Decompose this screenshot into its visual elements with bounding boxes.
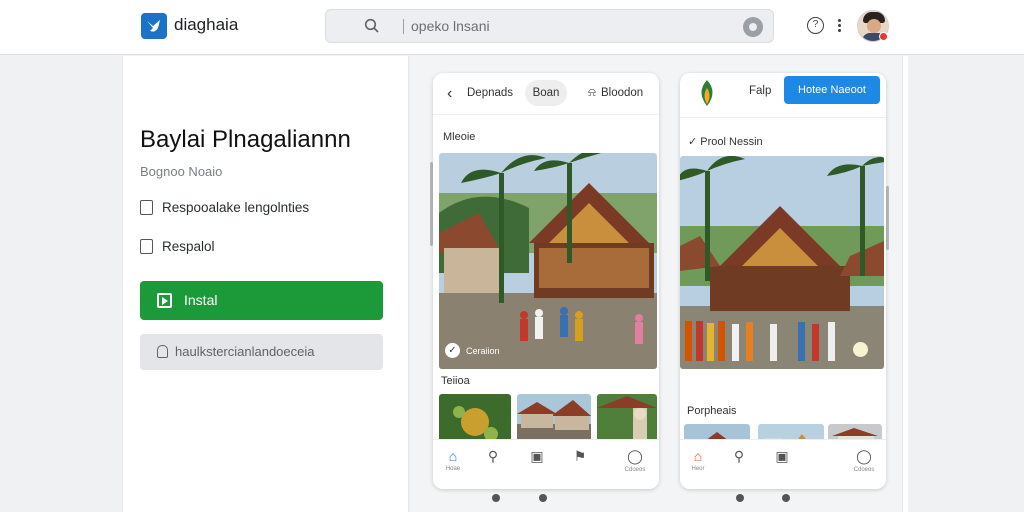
search-bar[interactable]: opeko lnsani — [325, 9, 774, 43]
bookmark-tab[interactable]: ⚑ — [566, 448, 594, 465]
play-store-icon — [157, 293, 172, 308]
search-divider — [403, 19, 404, 34]
bookmark-icon: ⚑ — [573, 448, 587, 464]
more-options-icon[interactable] — [838, 19, 842, 33]
brand-name: diaghaia — [174, 15, 239, 34]
section-label-check: ✓ Prool Nessin — [688, 136, 763, 148]
option-label: Respooalake lengolnties — [162, 200, 310, 215]
home-tab[interactable]: ⌂ Heor — [684, 448, 712, 472]
bottom-nav: ⌂ Hoae ⚲ ▣ ⚑ ◯ Cdoeos — [433, 439, 659, 489]
section-label: Porpheais — [687, 405, 737, 417]
profile-icon: ◯ — [856, 448, 872, 464]
bottom-nav: ⌂ Heor ⚲ ▣ ◯ Cdoeos — [680, 439, 886, 489]
page-dot[interactable] — [736, 494, 744, 502]
chevron-check-icon[interactable]: ✓ — [688, 136, 700, 148]
leaf-logo-icon — [701, 80, 713, 106]
calendar-icon: ▣ — [530, 448, 544, 464]
option-label: Respalol — [162, 239, 215, 254]
temple-photo[interactable]: ✓ Ceraiion — [439, 153, 657, 369]
page-dot[interactable] — [539, 494, 547, 502]
search-tab[interactable]: ⚲ — [479, 448, 507, 465]
phone-header: Falp Hotee Naeoot — [680, 73, 886, 115]
lock-icon — [157, 345, 168, 358]
option-responsive[interactable]: Respooalake lengolnties — [140, 200, 309, 215]
section-label: Mleoie — [443, 131, 476, 143]
app-logo[interactable] — [141, 13, 167, 39]
calendar-tab[interactable]: ▣ — [768, 448, 796, 465]
section-label: Teiioa — [441, 375, 470, 387]
bell-icon[interactable]: ⍾ — [588, 85, 596, 100]
back-arrow-icon[interactable]: ‹ — [447, 85, 452, 103]
calendar-icon: ▣ — [775, 448, 789, 464]
chip-boan[interactable]: Boan — [525, 80, 567, 106]
page-title: Baylai Plnagaliannn — [140, 126, 351, 153]
voice-search-icon[interactable] — [743, 17, 763, 37]
temple-photo-2[interactable] — [680, 156, 884, 369]
search-icon: ⚲ — [487, 448, 499, 464]
search-icon: ⚲ — [733, 448, 745, 464]
right-card-edge — [902, 56, 908, 512]
photo-caption: Ceraiion — [466, 346, 500, 356]
page-dot[interactable] — [492, 494, 500, 502]
install-button[interactable]: Instal — [140, 281, 383, 320]
phone-screenshot-2[interactable]: Falp Hotee Naeoot ✓ Prool Nessin Porphea… — [680, 73, 886, 489]
header-title: Falp — [749, 85, 772, 97]
search-tab[interactable]: ⚲ — [725, 448, 753, 465]
calendar-tab[interactable]: ▣ — [523, 448, 551, 465]
preview-scrollbar-right[interactable] — [886, 186, 889, 250]
hotel-booking-button[interactable]: Hotee Naeoot — [784, 76, 880, 104]
page-subtitle: Bognoo Noaio — [140, 164, 223, 179]
profile-tab[interactable]: ◯ Cdoeos — [621, 448, 649, 473]
toggle-icon[interactable] — [853, 342, 868, 357]
home-icon: ⌂ — [448, 448, 458, 464]
phone-screenshot-1[interactable]: ‹ Depnads Boan ⍾ Bloodon Mleoie ✓ Ceraii… — [433, 73, 659, 489]
secondary-label: haulkstercianlandoeceia — [175, 344, 315, 359]
phone-header: ‹ Depnads Boan ⍾ Bloodon — [433, 73, 659, 115]
install-label: Instal — [184, 292, 218, 308]
notification-dot — [879, 32, 888, 41]
checkbox-icon[interactable] — [140, 239, 153, 254]
profile-tab[interactable]: ◯ Cdoeos — [850, 448, 878, 473]
help-icon[interactable]: ? — [807, 17, 824, 34]
tab-bloodon[interactable]: Bloodon — [601, 87, 643, 99]
profile-icon: ◯ — [627, 448, 643, 464]
search-icon — [364, 18, 379, 33]
home-icon: ⌂ — [693, 448, 703, 464]
checkbox-icon[interactable] — [140, 200, 153, 215]
check-icon[interactable]: ✓ — [445, 343, 460, 358]
home-tab[interactable]: ⌂ Hoae — [439, 448, 467, 472]
page-dot[interactable] — [782, 494, 790, 502]
bird-icon — [147, 20, 160, 32]
search-input[interactable]: opeko lnsani — [411, 18, 490, 34]
top-app-bar: diaghaia opeko lnsani ? — [0, 0, 1024, 55]
secondary-button[interactable]: haulkstercianlandoeceia — [140, 334, 383, 370]
tab-depnads[interactable]: Depnads — [467, 87, 513, 99]
option-respalol[interactable]: Respalol — [140, 239, 215, 254]
